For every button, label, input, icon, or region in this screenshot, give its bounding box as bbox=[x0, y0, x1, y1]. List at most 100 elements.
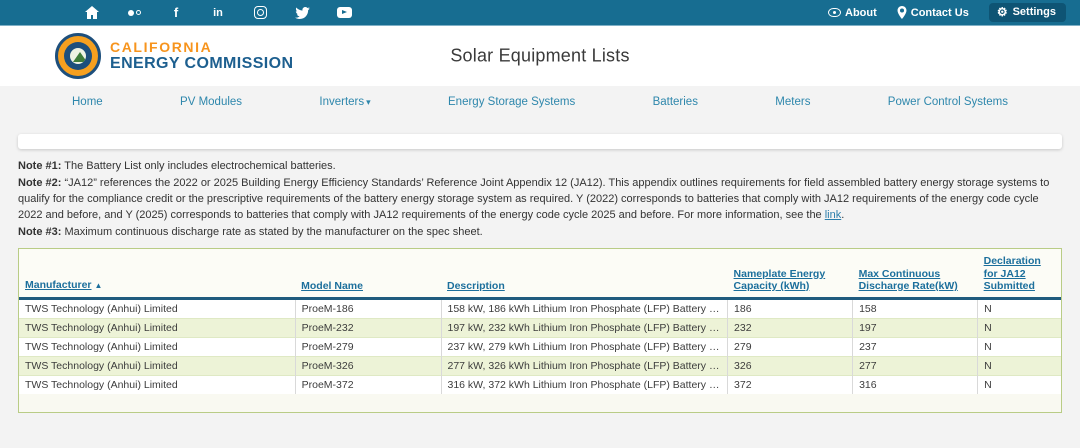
cell-model-name: ProeM-372 bbox=[295, 375, 441, 394]
cell-description: 237 kW, 279 kWh Lithium Iron Phosphate (… bbox=[441, 337, 728, 356]
note-1-label: Note #1: bbox=[18, 160, 61, 172]
note-2-text: “JA12” references the 2022 or 2025 Build… bbox=[18, 177, 1049, 221]
cell-ja12: N bbox=[978, 298, 1061, 318]
linkedin-icon[interactable]: in bbox=[210, 6, 226, 20]
instagram-icon[interactable] bbox=[252, 6, 268, 20]
cec-logo[interactable]: CALIFORNIA ENERGY COMMISSION bbox=[55, 33, 293, 79]
col-header-max-discharge[interactable]: Max Continuous Discharge Rate(kW) bbox=[853, 249, 978, 298]
col-header-model-name-label[interactable]: Model Name bbox=[301, 280, 363, 292]
nav-item-energy-storage-systems[interactable]: Energy Storage Systems bbox=[448, 96, 575, 108]
cec-logo-text: CALIFORNIA ENERGY COMMISSION bbox=[110, 40, 293, 73]
cell-capacity: 372 bbox=[728, 375, 853, 394]
home-icon[interactable] bbox=[84, 6, 100, 20]
note-2-link[interactable]: link bbox=[825, 209, 842, 221]
cell-capacity: 326 bbox=[728, 356, 853, 375]
note-1-text: The Battery List only includes electroch… bbox=[61, 160, 335, 172]
social-links: f in bbox=[84, 6, 352, 20]
cell-capacity: 232 bbox=[728, 318, 853, 337]
cell-model-name: ProeM-232 bbox=[295, 318, 441, 337]
col-header-max-discharge-label[interactable]: Max Continuous Discharge Rate(kW) bbox=[859, 268, 958, 293]
col-header-nameplate-capacity[interactable]: Nameplate Energy Capacity (kWh) bbox=[728, 249, 853, 298]
note-1: Note #1: The Battery List only includes … bbox=[18, 158, 1062, 174]
col-header-ja12-declaration[interactable]: Declaration for JA12 Submitted bbox=[978, 249, 1061, 298]
nav-item-inverters-label: Inverters bbox=[319, 96, 364, 108]
cell-ja12: N bbox=[978, 337, 1061, 356]
cell-description: 277 kW, 326 kWh Lithium Iron Phosphate (… bbox=[441, 356, 728, 375]
cell-manufacturer: TWS Technology (Anhui) Limited bbox=[19, 318, 295, 337]
logo-line1: CALIFORNIA bbox=[110, 40, 293, 55]
table-row: TWS Technology (Anhui) Limited ProeM-279… bbox=[19, 337, 1061, 356]
note-2-label: Note #2: bbox=[18, 177, 61, 189]
youtube-icon[interactable] bbox=[336, 6, 352, 20]
cell-description: 197 kW, 232 kWh Lithium Iron Phosphate (… bbox=[441, 318, 728, 337]
twitter-icon[interactable] bbox=[294, 6, 310, 20]
top-bar: f in About Contact Us ⚙ Settings bbox=[0, 0, 1080, 26]
youtube-play-frame bbox=[337, 7, 352, 18]
note-2-text-after: . bbox=[841, 209, 844, 221]
note-3: Note #3: Maximum continuous discharge ra… bbox=[18, 224, 1062, 240]
contact-us-link[interactable]: Contact Us bbox=[897, 6, 969, 19]
note-3-text: Maximum continuous discharge rate as sta… bbox=[61, 226, 482, 238]
page-title: Solar Equipment Lists bbox=[450, 46, 629, 67]
col-header-manufacturer-label[interactable]: Manufacturer bbox=[25, 279, 92, 291]
settings-button[interactable]: ⚙ Settings bbox=[989, 3, 1066, 22]
col-header-manufacturer[interactable]: Manufacturer▲ bbox=[19, 249, 295, 298]
col-header-description[interactable]: Description bbox=[441, 249, 728, 298]
cell-description: 316 kW, 372 kWh Lithium Iron Phosphate (… bbox=[441, 375, 728, 394]
flickr-icon[interactable] bbox=[126, 6, 142, 20]
notes-section: Note #1: The Battery List only includes … bbox=[18, 158, 1062, 240]
flickr-dot-right bbox=[136, 10, 141, 15]
table-row: TWS Technology (Anhui) Limited ProeM-186… bbox=[19, 298, 1061, 318]
chevron-down-icon: ▾ bbox=[366, 97, 371, 107]
about-link[interactable]: About bbox=[828, 7, 877, 19]
table-row: TWS Technology (Anhui) Limited ProeM-326… bbox=[19, 356, 1061, 375]
cell-discharge-rate: 316 bbox=[853, 375, 978, 394]
col-header-description-label[interactable]: Description bbox=[447, 280, 505, 292]
collapsed-filter-panel bbox=[18, 134, 1062, 149]
logo-line2: ENERGY COMMISSION bbox=[110, 55, 293, 73]
nav-item-power-control-systems[interactable]: Power Control Systems bbox=[888, 96, 1008, 108]
note-2: Note #2: “JA12” references the 2022 or 2… bbox=[18, 175, 1062, 223]
topbar-utility-links: About Contact Us ⚙ Settings bbox=[828, 3, 1066, 22]
cell-ja12: N bbox=[978, 375, 1061, 394]
settings-label: Settings bbox=[1013, 6, 1056, 18]
gear-icon: ⚙ bbox=[997, 6, 1008, 18]
cell-manufacturer: TWS Technology (Anhui) Limited bbox=[19, 375, 295, 394]
cell-manufacturer: TWS Technology (Anhui) Limited bbox=[19, 356, 295, 375]
sort-ascending-icon: ▲ bbox=[95, 280, 103, 293]
contact-us-label: Contact Us bbox=[911, 7, 969, 19]
cell-discharge-rate: 158 bbox=[853, 298, 978, 318]
cell-ja12: N bbox=[978, 356, 1061, 375]
cell-model-name: ProeM-326 bbox=[295, 356, 441, 375]
instagram-frame bbox=[254, 6, 267, 19]
cec-seal-icon bbox=[55, 33, 101, 79]
note-3-label: Note #3: bbox=[18, 226, 61, 238]
cell-discharge-rate: 197 bbox=[853, 318, 978, 337]
table-header-row: Manufacturer▲ Model Name Description Nam… bbox=[19, 249, 1061, 298]
cell-model-name: ProeM-279 bbox=[295, 337, 441, 356]
facebook-icon[interactable]: f bbox=[168, 6, 184, 20]
col-header-ja12-declaration-label[interactable]: Declaration for JA12 Submitted bbox=[984, 255, 1041, 292]
main-nav: Home PV Modules Inverters▾ Energy Storag… bbox=[0, 86, 1080, 118]
battery-list-table-container: Manufacturer▲ Model Name Description Nam… bbox=[18, 248, 1062, 413]
map-pin-icon bbox=[897, 6, 907, 19]
site-header: CALIFORNIA ENERGY COMMISSION Solar Equip… bbox=[0, 26, 1080, 86]
nav-item-pv-modules[interactable]: PV Modules bbox=[180, 96, 242, 108]
nav-item-meters[interactable]: Meters bbox=[775, 96, 810, 108]
nav-item-batteries[interactable]: Batteries bbox=[653, 96, 698, 108]
eye-icon bbox=[828, 8, 841, 17]
cell-manufacturer: TWS Technology (Anhui) Limited bbox=[19, 298, 295, 318]
cell-discharge-rate: 237 bbox=[853, 337, 978, 356]
col-header-nameplate-capacity-label[interactable]: Nameplate Energy Capacity (kWh) bbox=[734, 268, 826, 293]
cec-seal-core bbox=[70, 48, 86, 64]
cell-ja12: N bbox=[978, 318, 1061, 337]
cell-discharge-rate: 277 bbox=[853, 356, 978, 375]
cell-description: 158 kW, 186 kWh Lithium Iron Phosphate (… bbox=[441, 298, 728, 318]
table-row: TWS Technology (Anhui) Limited ProeM-372… bbox=[19, 375, 1061, 394]
battery-list-table: Manufacturer▲ Model Name Description Nam… bbox=[19, 249, 1061, 394]
cell-capacity: 186 bbox=[728, 298, 853, 318]
col-header-model-name[interactable]: Model Name bbox=[295, 249, 441, 298]
nav-item-home[interactable]: Home bbox=[72, 96, 103, 108]
cell-manufacturer: TWS Technology (Anhui) Limited bbox=[19, 337, 295, 356]
nav-item-inverters[interactable]: Inverters▾ bbox=[319, 96, 370, 108]
